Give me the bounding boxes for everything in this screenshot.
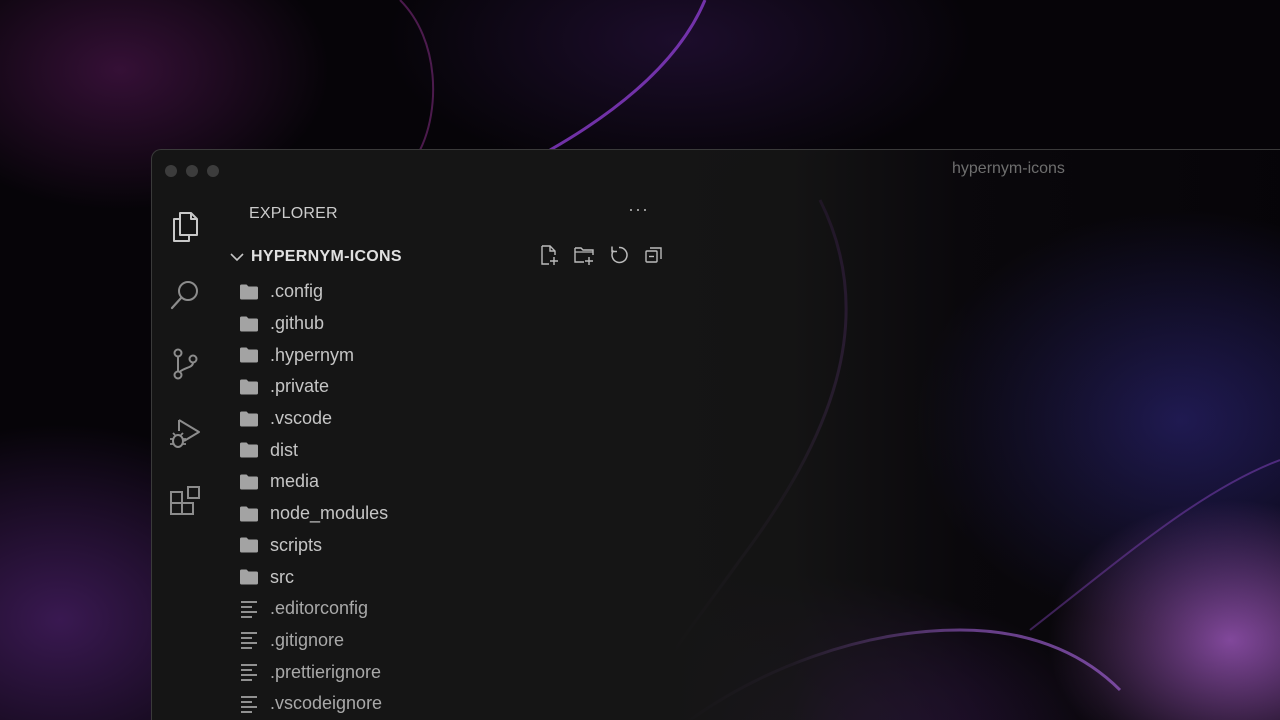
folder-icon xyxy=(238,566,260,588)
more-actions-button[interactable]: ··· xyxy=(628,199,649,220)
folder-item[interactable]: .hypernym xyxy=(218,339,678,371)
tree-item-label: .private xyxy=(270,376,330,397)
folder-item[interactable]: .github xyxy=(218,308,678,340)
editor-window: hypernym-icons EXPLORER ··· HYPERNYM-ICO… xyxy=(151,149,1280,720)
tree-item-label: .vscodeignore xyxy=(270,693,383,714)
minimize-window-button[interactable] xyxy=(186,165,198,177)
tree-item-label: src xyxy=(270,566,294,587)
folder-icon xyxy=(238,439,260,461)
search-button[interactable] xyxy=(163,273,207,317)
activity-bar xyxy=(152,190,218,549)
folder-item[interactable]: media xyxy=(218,466,678,498)
folder-icon xyxy=(238,471,260,493)
close-window-button[interactable] xyxy=(165,165,177,177)
folder-item[interactable]: .private xyxy=(218,371,678,403)
refresh-icon xyxy=(611,246,628,264)
tree-item-label: .github xyxy=(270,313,325,334)
tree-item-label: .config xyxy=(270,281,324,302)
tree-item-label: .editorconfig xyxy=(270,598,369,619)
folder-item[interactable]: src xyxy=(218,561,678,593)
file-tree: .config .github .hypernym .private .vscode di… xyxy=(218,276,678,720)
folder-item[interactable]: scripts xyxy=(218,530,678,562)
refresh-button[interactable] xyxy=(607,243,631,267)
chevron-down-icon xyxy=(230,253,244,262)
file-item[interactable]: .vscodeignore xyxy=(218,688,678,720)
file-item[interactable]: .gitignore xyxy=(218,625,678,657)
file-text-icon xyxy=(238,693,260,715)
tree-item-label: .hypernym xyxy=(270,344,355,365)
folder-item[interactable]: .vscode xyxy=(218,403,678,435)
new-file-button[interactable] xyxy=(537,243,561,267)
source-control-icon xyxy=(173,348,198,380)
tree-item-label: scripts xyxy=(270,534,323,555)
extensions-icon xyxy=(170,486,200,515)
folder-icon xyxy=(238,376,260,398)
collapse-all-button[interactable] xyxy=(642,243,666,267)
explorer-toolbar xyxy=(537,243,666,267)
folder-icon xyxy=(238,344,260,366)
workspace-root-label: HYPERNYM-ICONS xyxy=(251,248,402,265)
new-file-icon xyxy=(541,245,558,265)
folder-item[interactable]: .config xyxy=(218,276,678,308)
tree-item-label: .vscode xyxy=(270,408,333,429)
file-text-icon xyxy=(238,629,260,651)
folder-icon xyxy=(238,534,260,556)
tree-item-label: .gitignore xyxy=(270,629,345,650)
file-item[interactable]: .editorconfig xyxy=(218,593,678,625)
explorer-button[interactable] xyxy=(163,204,207,248)
extensions-button[interactable] xyxy=(163,480,207,524)
folder-item[interactable]: dist xyxy=(218,434,678,466)
tree-item-label: dist xyxy=(270,439,299,460)
file-text-icon xyxy=(238,598,260,620)
folder-icon xyxy=(238,281,260,303)
run-debug-icon xyxy=(170,419,200,448)
zoom-window-button[interactable] xyxy=(207,165,219,177)
explorer-title: EXPLORER xyxy=(249,205,338,222)
tree-item-label: media xyxy=(270,471,320,492)
workspace-root[interactable]: HYPERNYM-ICONS xyxy=(226,243,676,268)
collapse-all-icon xyxy=(645,247,662,263)
window-controls xyxy=(165,165,219,177)
tree-item-label: .prettierignore xyxy=(270,661,382,682)
run-debug-button[interactable] xyxy=(163,411,207,455)
new-folder-button[interactable] xyxy=(572,243,596,267)
window-title: hypernym-icons xyxy=(952,160,1065,177)
folder-icon xyxy=(238,313,260,335)
search-icon xyxy=(170,281,198,310)
files-icon xyxy=(173,212,198,242)
folder-icon xyxy=(238,408,260,430)
source-control-button[interactable] xyxy=(163,342,207,386)
new-folder-icon xyxy=(574,247,594,265)
tree-item-label: node_modules xyxy=(270,503,389,524)
folder-icon xyxy=(238,503,260,525)
folder-item[interactable]: node_modules xyxy=(218,498,678,530)
file-item[interactable]: .prettierignore xyxy=(218,656,678,688)
file-text-icon xyxy=(238,661,260,683)
